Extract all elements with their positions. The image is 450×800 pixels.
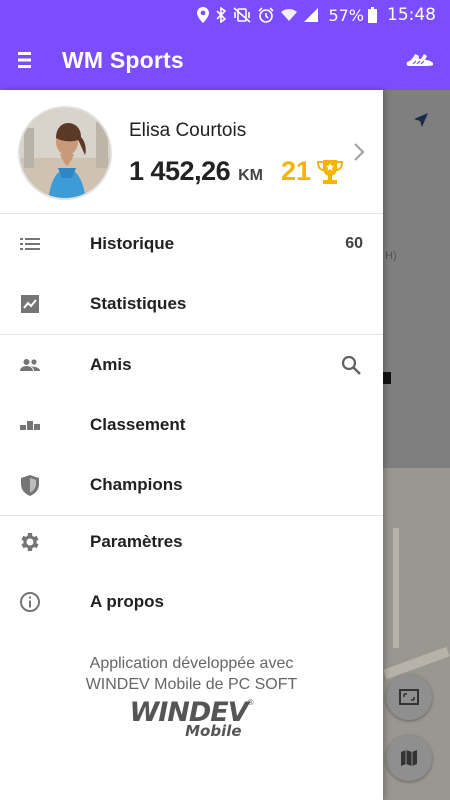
menu-item-champions[interactable]: Champions xyxy=(0,455,383,515)
podium-icon xyxy=(20,421,40,430)
runner-shoe-icon xyxy=(406,54,433,66)
drawer-menu: Historique 60 Statistiques Amis Classeme… xyxy=(0,214,383,632)
background-map xyxy=(383,468,450,800)
background-content: H) xyxy=(383,90,450,800)
navigation-arrow-icon xyxy=(414,113,428,127)
battery-level: 57% xyxy=(328,5,364,25)
menu-item-label: Champions xyxy=(90,475,183,494)
alarm-icon xyxy=(258,7,275,23)
windev-logo: WINDEV® Mobile xyxy=(129,699,253,739)
search-icon[interactable] xyxy=(339,353,363,377)
hamburger-icon xyxy=(18,52,31,68)
background-bar xyxy=(383,372,391,384)
history-count: 60 xyxy=(345,235,363,252)
map-frame-button[interactable] xyxy=(386,674,432,720)
menu-item-label: Statistiques xyxy=(90,294,187,313)
location-icon xyxy=(197,7,210,23)
map-road xyxy=(393,528,399,648)
list-icon xyxy=(20,238,40,250)
profile-name: Elisa Courtois xyxy=(129,120,247,141)
map-view-button[interactable] xyxy=(386,735,432,781)
background-partial-text: H) xyxy=(385,250,397,262)
background-panel: H) xyxy=(383,90,450,468)
app-bar: WM Sports xyxy=(0,30,450,90)
profile-stats: 1 452,26 KM 21 xyxy=(129,156,345,187)
status-icons xyxy=(197,7,319,23)
chart-icon xyxy=(21,295,39,313)
menu-item-label: Paramètres xyxy=(90,532,183,551)
menu-item-a-propos[interactable]: A propos xyxy=(0,572,383,632)
map-icon xyxy=(401,750,417,766)
menu-item-label: Classement xyxy=(90,415,186,434)
runner-photo-icon xyxy=(20,108,110,198)
runner-action-button[interactable] xyxy=(400,40,440,80)
bluetooth-icon xyxy=(216,7,227,23)
vibrate-icon xyxy=(233,7,251,23)
menu-item-classement[interactable]: Classement xyxy=(0,395,383,455)
battery-icon xyxy=(368,7,377,23)
navigation-drawer: Elisa Courtois 1 452,26 KM 21 Historique… xyxy=(0,90,383,800)
registered-mark: ® xyxy=(247,698,254,707)
menu-button[interactable] xyxy=(4,38,48,82)
menu-item-label: A propos xyxy=(90,592,164,611)
distance-unit: KM xyxy=(238,167,263,184)
drawer-footer: Application développée avec WINDEV Mobil… xyxy=(0,653,383,741)
menu-item-amis[interactable]: Amis xyxy=(0,335,383,395)
menu-item-statistiques[interactable]: Statistiques xyxy=(0,274,383,334)
menu-item-label: Amis xyxy=(90,355,132,374)
frame-icon xyxy=(399,689,419,705)
signal-icon xyxy=(304,8,319,22)
gear-icon xyxy=(21,533,39,551)
menu-item-label: Historique xyxy=(90,234,175,253)
status-bar: 57% 15:48 xyxy=(0,0,450,30)
trophy-icon xyxy=(317,159,344,184)
avatar xyxy=(18,106,112,200)
app-title: WM Sports xyxy=(62,46,184,73)
info-icon xyxy=(20,592,40,612)
people-icon xyxy=(20,359,40,371)
status-time: 15:48 xyxy=(387,5,436,25)
footer-line-2: WINDEV Mobile de PC SOFT xyxy=(85,676,298,693)
shield-icon xyxy=(21,475,39,496)
profile-header[interactable]: Elisa Courtois 1 452,26 KM 21 xyxy=(0,90,383,214)
wifi-icon xyxy=(281,8,298,21)
chevron-right-icon[interactable] xyxy=(349,140,369,164)
distance-value: 1 452,26 xyxy=(129,156,231,186)
menu-item-parametres[interactable]: Paramètres xyxy=(0,516,383,568)
trophy-count: 21 xyxy=(281,156,312,186)
footer-line-1: Application développée avec xyxy=(89,655,294,672)
menu-item-historique[interactable]: Historique 60 xyxy=(0,214,383,274)
